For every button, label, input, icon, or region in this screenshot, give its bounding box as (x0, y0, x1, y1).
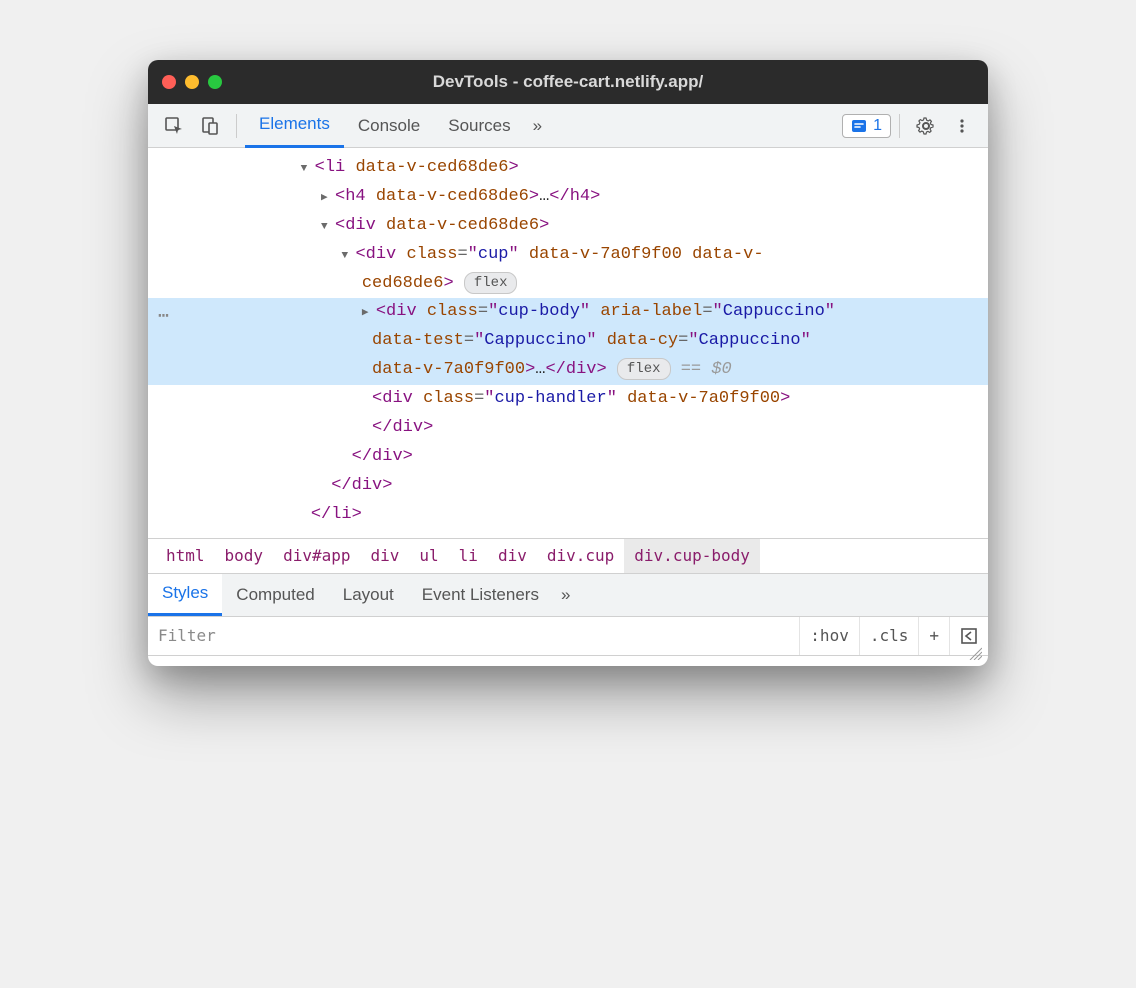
crumb[interactable]: div.cup (537, 546, 624, 565)
tree-row[interactable]: </div> (148, 472, 988, 501)
titlebar: DevTools - coffee-cart.netlify.app/ (148, 60, 988, 104)
styles-tabs: Styles Computed Layout Event Listeners » (148, 574, 988, 616)
close-window-button[interactable] (162, 75, 176, 89)
tree-row[interactable]: </li> (148, 501, 988, 530)
breadcrumbs: html body div#app div ul li div div.cup … (148, 538, 988, 574)
crumb[interactable]: li (449, 546, 488, 565)
tab-sources[interactable]: Sources (434, 104, 524, 148)
tree-row[interactable]: </div> (148, 443, 988, 472)
tree-row[interactable]: ▶<h4 data-v-ced68de6>…</h4> (148, 183, 988, 212)
resize-corner-icon (968, 646, 982, 660)
new-style-rule-button[interactable]: + (918, 617, 949, 655)
crumb[interactable]: div#app (273, 546, 360, 565)
tab-event-listeners[interactable]: Event Listeners (408, 574, 553, 616)
more-tabs-button[interactable]: » (525, 104, 550, 148)
device-toolbar-icon[interactable] (194, 110, 226, 142)
window-title: DevTools - coffee-cart.netlify.app/ (148, 72, 988, 92)
minimize-window-button[interactable] (185, 75, 199, 89)
tree-row[interactable]: ▼<li data-v-ced68de6> (148, 154, 988, 183)
tree-row[interactable]: ▼<div class="cup" data-v-7a0f9f00 data-v… (148, 241, 988, 299)
expand-arrow-icon[interactable]: ▼ (321, 218, 335, 237)
bottom-gap (148, 656, 988, 666)
issues-icon (851, 118, 867, 134)
tab-styles[interactable]: Styles (148, 574, 222, 616)
tree-row-selected[interactable]: ▶<div class="cup-body" aria-label="Cappu… (148, 298, 988, 385)
styles-filter-input[interactable] (148, 617, 799, 655)
flex-badge[interactable]: flex (464, 272, 518, 294)
devtools-window: DevTools - coffee-cart.netlify.app/ Elem… (148, 60, 988, 666)
issues-count: 1 (873, 117, 882, 135)
crumb[interactable]: html (156, 546, 215, 565)
toolbar-separator (899, 114, 900, 138)
fullscreen-window-button[interactable] (208, 75, 222, 89)
dom-tree[interactable]: ▼<li data-v-ced68de6> ▶<h4 data-v-ced68d… (148, 148, 988, 538)
dollar-zero-ref: == $0 (671, 360, 732, 379)
more-options-icon[interactable] (946, 110, 978, 142)
settings-icon[interactable] (910, 110, 942, 142)
tab-layout[interactable]: Layout (329, 574, 408, 616)
expand-arrow-icon[interactable]: ▶ (321, 189, 335, 208)
main-toolbar: Elements Console Sources » 1 (148, 104, 988, 148)
styles-filter-row: :hov .cls + (148, 616, 988, 656)
issues-badge[interactable]: 1 (842, 114, 891, 138)
expand-arrow-icon[interactable]: ▼ (341, 247, 355, 266)
cls-toggle[interactable]: .cls (859, 617, 919, 655)
tab-computed[interactable]: Computed (222, 574, 328, 616)
more-tabs-button[interactable]: » (553, 574, 578, 616)
tab-elements[interactable]: Elements (245, 104, 344, 148)
flex-badge[interactable]: flex (617, 358, 671, 380)
crumb[interactable]: ul (409, 546, 448, 565)
crumb[interactable]: div (488, 546, 537, 565)
crumb[interactable]: body (215, 546, 274, 565)
tab-console[interactable]: Console (344, 104, 434, 148)
expand-arrow-icon[interactable]: ▼ (301, 160, 315, 179)
tree-row[interactable]: <div class="cup-handler" data-v-7a0f9f00… (148, 385, 988, 443)
tree-row[interactable]: ▼<div data-v-ced68de6> (148, 212, 988, 241)
toolbar-separator (236, 114, 237, 138)
hov-toggle[interactable]: :hov (799, 617, 859, 655)
expand-arrow-icon[interactable]: ▶ (362, 304, 376, 323)
crumb[interactable]: div (361, 546, 410, 565)
crumb-active[interactable]: div.cup-body (624, 539, 760, 573)
inspect-element-icon[interactable] (158, 110, 190, 142)
